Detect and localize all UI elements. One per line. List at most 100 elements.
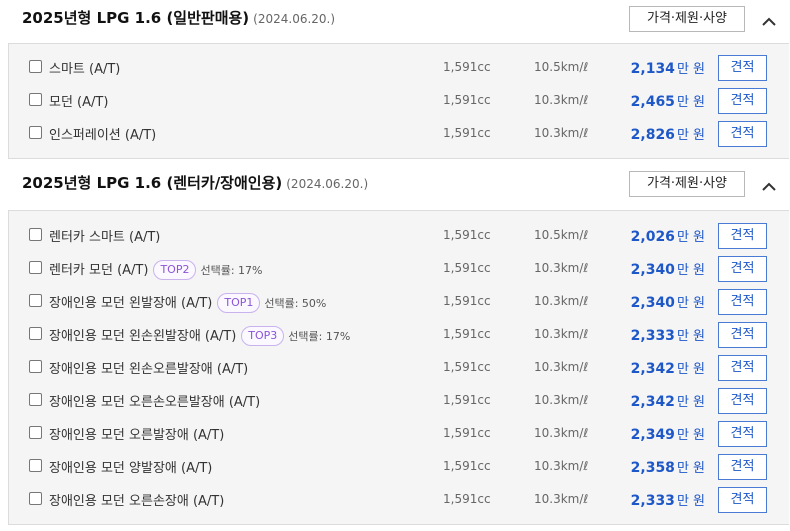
trim-row[interactable]: 장애인용 모던 오른손장애 (A/T) 1,591cc 10.3km/ℓ 2,333 만… (9, 483, 790, 516)
trim-name-text: 장애인용 모던 오른발장애 (A/T) (49, 428, 225, 443)
trim-name-text: 인스퍼레이션 (A/T) (49, 128, 157, 143)
trim-name[interactable]: 장애인용 모던 양발장애 (A/T) (49, 457, 212, 476)
checkbox-icon[interactable] (29, 393, 42, 406)
trim-row[interactable]: 렌터카 모던 (A/T) TOP2 선택률: 17% 1,591cc 10.3km/ℓ 2… (9, 252, 790, 285)
checkbox-icon[interactable] (29, 261, 42, 274)
trim-name[interactable]: 렌터카 스마트 (A/T) (49, 226, 160, 245)
section-date: (2024.06.20.) (253, 12, 336, 26)
trim-name[interactable]: 장애인용 모던 오른발장애 (A/T) (49, 424, 224, 443)
quote-button[interactable]: 견적 (718, 223, 767, 249)
trim-row[interactable]: 장애인용 모던 왼손오른발장애 (A/T) 1,591cc 10.3km/ℓ 2,34… (9, 351, 790, 384)
checkbox-icon[interactable] (29, 60, 42, 73)
price: 2,134 만 원 (631, 58, 705, 77)
checkbox-icon[interactable] (29, 327, 42, 340)
trim-name[interactable]: 스마트 (A/T) (49, 58, 120, 77)
price-unit: 만 원 (676, 428, 705, 443)
quote-button[interactable]: 견적 (718, 388, 767, 414)
trim-name[interactable]: 장애인용 모던 오른손장애 (A/T) (49, 490, 224, 509)
price-unit: 만 원 (676, 362, 705, 377)
chevron-up-icon[interactable] (762, 12, 776, 26)
trim-row[interactable]: 장애인용 모던 양발장애 (A/T) 1,591cc 10.3km/ℓ 2,358 만 … (9, 450, 790, 483)
price-unit: 만 원 (676, 395, 705, 410)
checkbox-icon[interactable] (29, 459, 42, 472)
trim-row[interactable]: 모던 (A/T) 1,591cc 10.3km/ℓ 2,465 만 원 견적 (9, 84, 790, 117)
checkbox-icon[interactable] (29, 426, 42, 439)
quote-button[interactable]: 견적 (718, 88, 767, 114)
quote-button[interactable]: 견적 (718, 421, 767, 447)
checkbox-icon[interactable] (29, 126, 42, 139)
checkbox-icon[interactable] (29, 93, 42, 106)
chevron-up-icon[interactable] (762, 177, 776, 191)
spec-button[interactable]: 가격·제원·사양 (629, 6, 745, 32)
price-unit: 만 원 (676, 263, 705, 278)
displacement: 1,591cc (443, 93, 491, 107)
selection-rate: 선택률: 17% (200, 264, 263, 277)
quote-button[interactable]: 견적 (718, 487, 767, 513)
price-unit: 만 원 (676, 461, 705, 476)
price-unit: 만 원 (676, 95, 705, 110)
price-value: 2,333 (630, 493, 675, 509)
quote-button[interactable]: 견적 (718, 289, 767, 315)
displacement: 1,591cc (443, 261, 491, 275)
displacement: 1,591cc (443, 228, 491, 242)
price-value: 2,340 (630, 295, 675, 311)
trim-row[interactable]: 렌터카 스마트 (A/T) 1,591cc 10.5km/ℓ 2,026 만 원 견적 (9, 219, 790, 252)
trim-name-text: 장애인용 모던 오른손장애 (A/T) (49, 494, 225, 509)
price: 2,026 만 원 (631, 226, 705, 245)
trim-name-text: 장애인용 모던 양발장애 (A/T) (49, 461, 213, 476)
quote-button[interactable]: 견적 (718, 256, 767, 282)
displacement: 1,591cc (443, 126, 491, 140)
price: 2,826 만 원 (631, 124, 705, 143)
fuel-efficiency: 10.3km/ℓ (534, 261, 589, 275)
trim-name[interactable]: 인스퍼레이션 (A/T) (49, 124, 156, 143)
checkbox-icon[interactable] (29, 492, 42, 505)
rank-badge: TOP3 (241, 325, 285, 346)
quote-button[interactable]: 견적 (718, 121, 767, 147)
checkbox-icon[interactable] (29, 228, 42, 241)
displacement: 1,591cc (443, 426, 491, 440)
trim-name-text: 렌터카 모던 (A/T) (49, 263, 149, 278)
checkbox-icon[interactable] (29, 294, 42, 307)
fuel-efficiency: 10.3km/ℓ (534, 393, 589, 407)
price-value: 2,342 (630, 361, 675, 377)
selection-rate: 선택률: 50% (264, 297, 327, 310)
price-unit: 만 원 (676, 296, 705, 311)
price-unit: 만 원 (676, 128, 705, 143)
quote-button[interactable]: 견적 (718, 355, 767, 381)
quote-button[interactable]: 견적 (718, 454, 767, 480)
price: 2,340 만 원 (631, 292, 705, 311)
fuel-efficiency: 10.3km/ℓ (534, 327, 589, 341)
trim-name[interactable]: 모던 (A/T) (49, 91, 108, 110)
trim-row[interactable]: 장애인용 모던 오른발장애 (A/T) 1,591cc 10.3km/ℓ 2,349 만… (9, 417, 790, 450)
section-title: 2025년형 LPG 1.6 (일반판매용) (2024.06.20.) (22, 7, 335, 28)
section-header: 2025년형 LPG 1.6 (일반판매용) (2024.06.20.) 가격·제원… (0, 0, 790, 38)
section-title: 2025년형 LPG 1.6 (렌터카/장애인용) (2024.06.20.) (22, 172, 368, 193)
price: 2,342 만 원 (631, 391, 705, 410)
price: 2,333 만 원 (631, 490, 705, 509)
spec-button[interactable]: 가격·제원·사양 (629, 171, 745, 197)
trim-name-text: 스마트 (A/T) (49, 62, 121, 77)
selection-rate: 선택률: 17% (288, 330, 351, 343)
checkbox-icon[interactable] (29, 360, 42, 373)
displacement: 1,591cc (443, 60, 491, 74)
price-unit: 만 원 (676, 329, 705, 344)
trim-name[interactable]: 렌터카 모던 (A/T) TOP2 선택률: 17% (49, 259, 262, 281)
trim-name-text: 장애인용 모던 왼손왼발장애 (A/T) (49, 329, 237, 344)
trim-table: 스마트 (A/T) 1,591cc 10.5km/ℓ 2,134 만 원 견적 모던 (A/… (8, 43, 789, 159)
trim-name-text: 렌터카 스마트 (A/T) (49, 230, 161, 245)
price-value: 2,349 (630, 427, 675, 443)
price: 2,349 만 원 (631, 424, 705, 443)
quote-button[interactable]: 견적 (718, 55, 767, 81)
trim-name[interactable]: 장애인용 모던 오른손오른발장애 (A/T) (49, 391, 260, 410)
section-title-text: 2025년형 LPG 1.6 (렌터카/장애인용) (22, 174, 283, 192)
trim-row[interactable]: 장애인용 모던 왼발장애 (A/T) TOP1 선택률: 50% 1,591cc 10.… (9, 285, 790, 318)
trim-table: 렌터카 스마트 (A/T) 1,591cc 10.5km/ℓ 2,026 만 원 견적 렌터… (8, 210, 789, 525)
quote-button[interactable]: 견적 (718, 322, 767, 348)
trim-name[interactable]: 장애인용 모던 왼발장애 (A/T) TOP1 선택률: 50% (49, 292, 326, 314)
trim-row[interactable]: 스마트 (A/T) 1,591cc 10.5km/ℓ 2,134 만 원 견적 (9, 51, 790, 84)
trim-name[interactable]: 장애인용 모던 왼손왼발장애 (A/T) TOP3 선택률: 17% (49, 325, 350, 347)
trim-row[interactable]: 인스퍼레이션 (A/T) 1,591cc 10.3km/ℓ 2,826 만 원 견적 (9, 117, 790, 150)
trim-row[interactable]: 장애인용 모던 왼손왼발장애 (A/T) TOP3 선택률: 17% 1,591cc 1… (9, 318, 790, 351)
trim-name[interactable]: 장애인용 모던 왼손오른발장애 (A/T) (49, 358, 248, 377)
trim-row[interactable]: 장애인용 모던 오른손오른발장애 (A/T) 1,591cc 10.3km/ℓ 2,3… (9, 384, 790, 417)
